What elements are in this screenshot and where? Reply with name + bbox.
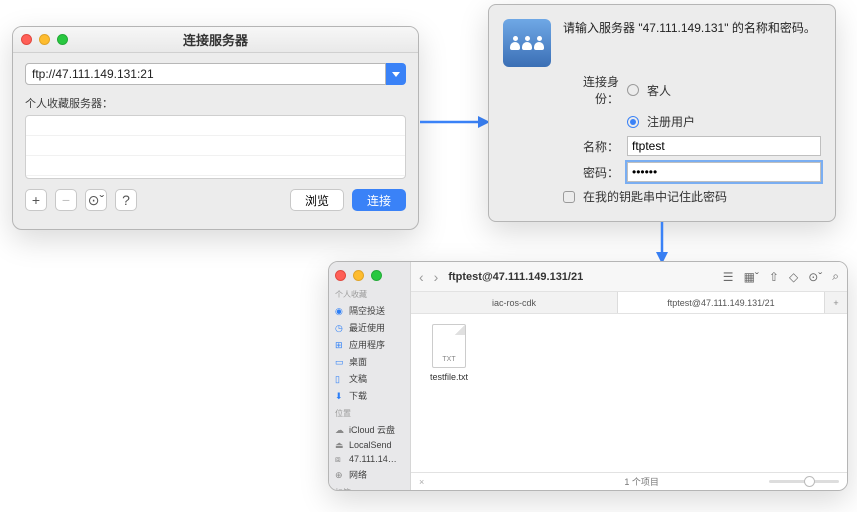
- disk-icon: ⏏: [335, 440, 345, 450]
- add-tab-button[interactable]: +: [825, 292, 847, 313]
- finder-sidebar: 个人收藏 ◉隔空投送 ◷最近使用 ⊞应用程序 ▭桌面 ▯文稿 ⬇下载 位置 ☁i…: [329, 262, 411, 490]
- sidebar-item-localsend[interactable]: ⏏LocalSend: [335, 440, 404, 450]
- path-title: ftptest@47.111.149.131/21: [448, 271, 712, 283]
- list-item: [26, 136, 405, 156]
- close-icon[interactable]: [335, 270, 346, 281]
- add-favorite-button[interactable]: +: [25, 189, 47, 211]
- desktop-icon: ▭: [335, 357, 345, 367]
- password-label: 密码：: [563, 164, 619, 181]
- flow-arrow-down: [650, 222, 674, 264]
- sidebar-section-tags: 标签: [335, 487, 404, 491]
- sidebar-item-server[interactable]: ⧈47.111.14…: [335, 454, 404, 464]
- zoom-icon[interactable]: [371, 270, 382, 281]
- finder-content[interactable]: TXT testfile.txt: [411, 314, 847, 472]
- clock-icon: ◷: [335, 323, 345, 333]
- flow-arrow-right: [420, 110, 490, 134]
- file-item[interactable]: TXT testfile.txt: [421, 324, 477, 382]
- sidebar-item-applications[interactable]: ⊞应用程序: [335, 338, 404, 351]
- recent-servers-dropdown[interactable]: [386, 63, 406, 85]
- favorites-list[interactable]: [25, 115, 406, 179]
- sidebar-item-icloud[interactable]: ☁iCloud 云盘: [335, 423, 404, 436]
- sidebar-item-network[interactable]: ⊕网络: [335, 468, 404, 481]
- group-icon[interactable]: ▦ˇ: [744, 270, 759, 284]
- sidebar-section-locations: 位置: [335, 408, 404, 419]
- minimize-icon[interactable]: [353, 270, 364, 281]
- sidebar-item-recents[interactable]: ◷最近使用: [335, 321, 404, 334]
- sidebar-item-downloads[interactable]: ⬇下载: [335, 389, 404, 402]
- view-icon[interactable]: ☰: [723, 270, 734, 284]
- cloud-icon: ☁: [335, 425, 345, 435]
- icon-size-slider[interactable]: [769, 480, 839, 483]
- server-address-input[interactable]: [25, 63, 386, 85]
- download-icon: ⬇: [335, 391, 345, 401]
- auth-prompt: 请输入服务器 "47.111.149.131" 的名称和密码。: [563, 19, 821, 67]
- airdrop-icon: ◉: [335, 306, 345, 316]
- apps-icon: ⊞: [335, 340, 345, 350]
- finder-tabs: iac-ros-cdk ftptest@47.111.149.131/21 +: [411, 292, 847, 314]
- guest-radio[interactable]: [627, 84, 639, 96]
- more-icon[interactable]: ⊙ˇ: [808, 270, 822, 284]
- finder-toolbar: ‹ › ftptest@47.111.149.131/21 ☰ ▦ˇ ⇧ ◇ ⊙…: [411, 262, 847, 292]
- titlebar: 连接服务器: [13, 27, 418, 53]
- tag-icon[interactable]: ◇: [789, 270, 798, 284]
- share-icon[interactable]: ⇧: [769, 270, 779, 284]
- list-item: [26, 116, 405, 136]
- identity-label: 连接身份：: [563, 73, 619, 107]
- back-button[interactable]: ‹: [419, 269, 424, 285]
- slider-thumb[interactable]: [804, 476, 815, 487]
- network-server-icon: [503, 19, 551, 67]
- sidebar-item-airdrop[interactable]: ◉隔空投送: [335, 304, 404, 317]
- forward-button[interactable]: ›: [434, 269, 439, 285]
- remember-label: 在我的钥匙串中记住此密码: [583, 188, 727, 205]
- sidebar-item-documents[interactable]: ▯文稿: [335, 372, 404, 385]
- remove-favorite-button: −: [55, 189, 77, 211]
- name-input[interactable]: [627, 136, 821, 156]
- connect-button[interactable]: 连接: [767, 221, 821, 222]
- sidebar-item-desktop[interactable]: ▭桌面: [335, 355, 404, 368]
- window-title: 连接服务器: [13, 30, 418, 49]
- tab-ftptest[interactable]: ftptest@47.111.149.131/21: [618, 292, 825, 313]
- help-button[interactable]: ?: [115, 189, 137, 211]
- auth-dialog: 请输入服务器 "47.111.149.131" 的名称和密码。 连接身份： 客人…: [488, 4, 836, 222]
- cancel-button[interactable]: 取消: [705, 221, 759, 222]
- globe-icon: ⊕: [335, 470, 345, 480]
- doc-icon: ▯: [335, 374, 345, 384]
- sidebar-section-personal: 个人收藏: [335, 289, 404, 300]
- txt-file-icon: TXT: [432, 324, 466, 368]
- close-statusbar-icon[interactable]: ×: [419, 477, 424, 487]
- connect-button[interactable]: 连接: [352, 189, 406, 211]
- item-count: 1 个项目: [624, 475, 659, 488]
- name-label: 名称：: [563, 138, 619, 155]
- search-icon[interactable]: ⌕: [832, 269, 839, 284]
- connect-server-window: 连接服务器 个人收藏服务器： + − ⊙ˇ ? 浏览 连接: [12, 26, 419, 230]
- server-icon: ⧈: [335, 454, 345, 464]
- list-item: [26, 156, 405, 176]
- file-name: testfile.txt: [421, 372, 477, 382]
- action-menu-button[interactable]: ⊙ˇ: [85, 189, 107, 211]
- password-input[interactable]: [627, 162, 821, 182]
- registered-label: 注册用户: [647, 113, 695, 130]
- finder-statusbar: × 1 个项目: [411, 472, 847, 490]
- tab-iac-ros-cdk[interactable]: iac-ros-cdk: [411, 292, 618, 313]
- browse-button[interactable]: 浏览: [290, 189, 344, 211]
- registered-radio[interactable]: [627, 116, 639, 128]
- guest-label: 客人: [647, 82, 671, 99]
- remember-checkbox[interactable]: [563, 191, 575, 203]
- finder-window: 个人收藏 ◉隔空投送 ◷最近使用 ⊞应用程序 ▭桌面 ▯文稿 ⬇下载 位置 ☁i…: [328, 261, 848, 491]
- favorites-label: 个人收藏服务器：: [25, 95, 406, 111]
- ellipsis-icon: ⊙ˇ: [88, 192, 104, 209]
- chevron-down-icon: [392, 72, 400, 77]
